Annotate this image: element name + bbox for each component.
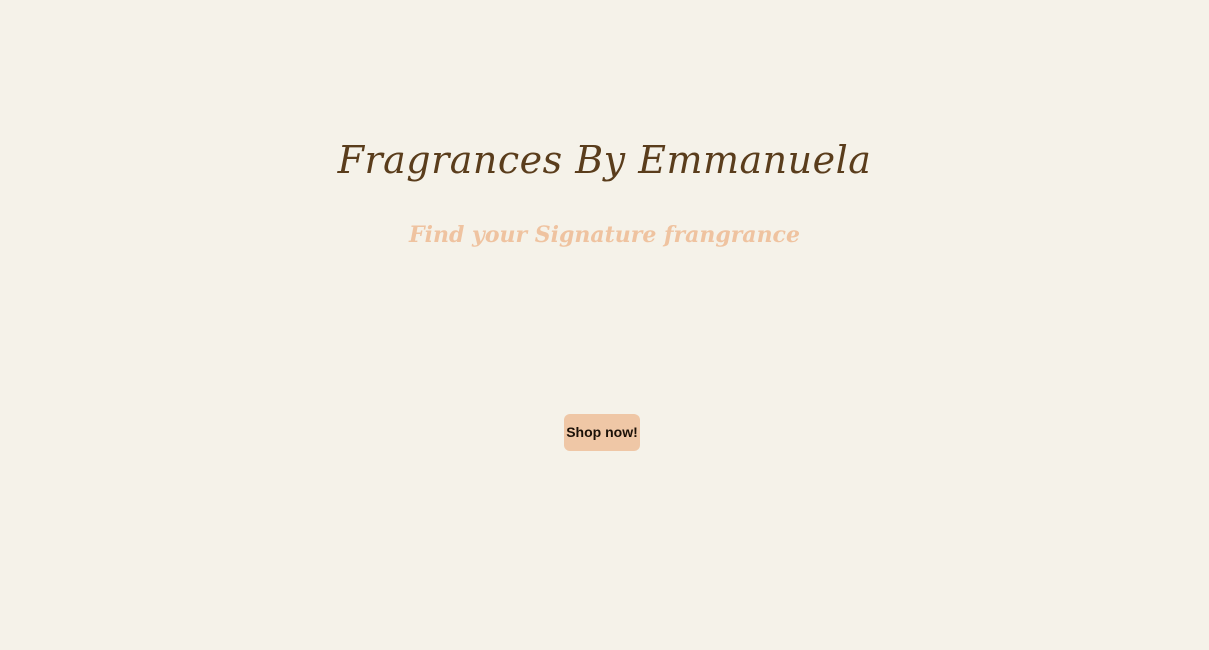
landing-page: Fragrances By Emmanuela Find your Signat…	[0, 0, 1209, 650]
shop-now-button[interactable]: Shop now!	[564, 414, 640, 451]
brand-title: Fragrances By Emmanuela	[337, 138, 872, 182]
tagline: Find your Signature frangrance	[409, 222, 800, 248]
